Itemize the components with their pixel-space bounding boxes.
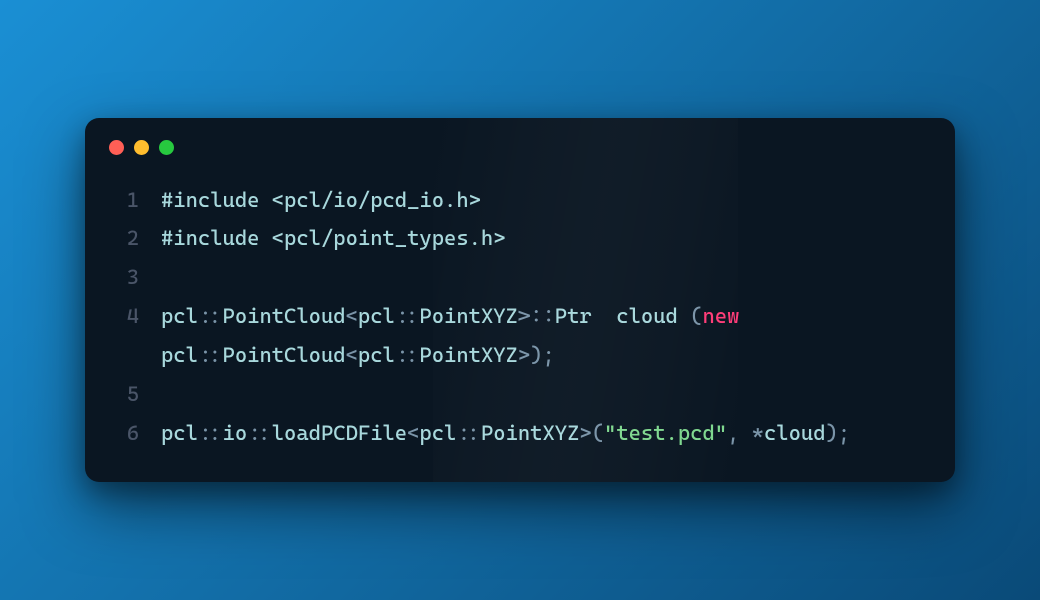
- token-punct: ::: [395, 304, 420, 328]
- close-icon[interactable]: [109, 140, 124, 155]
- line-number: 2: [109, 219, 139, 258]
- token-ident: Ptr: [555, 304, 604, 328]
- code-line: 4pcl::PointCloud<pcl::PointXYZ>::Ptr clo…: [109, 297, 931, 375]
- token-punct: <: [346, 343, 358, 367]
- line-number: 4: [109, 297, 139, 336]
- token-ident: <pcl/io/pcd_io.h>: [272, 188, 481, 212]
- token-punct: (: [690, 304, 702, 328]
- line-number: 3: [109, 258, 139, 297]
- token-ident: PointXYZ: [419, 304, 517, 328]
- line-number: 6: [109, 414, 139, 453]
- token-ident: loadPCDFile: [272, 421, 407, 445]
- line-number: 5: [109, 375, 139, 414]
- token-punct: >::: [518, 304, 555, 328]
- code-line: 3: [109, 258, 931, 297]
- token-ident: pcl: [419, 421, 456, 445]
- token-punct: <: [407, 421, 419, 445]
- window-titlebar: [85, 118, 955, 163]
- token-punct: (: [592, 421, 604, 445]
- token-ident: <pcl/point_types.h>: [272, 226, 506, 250]
- token-preproc: #include: [161, 188, 272, 212]
- token-ident: io: [223, 421, 248, 445]
- line-content: [139, 375, 931, 414]
- token-ident: pcl: [358, 343, 395, 367]
- code-line: 1#include <pcl/io/pcd_io.h>: [109, 181, 931, 220]
- token-ident: pcl: [161, 304, 198, 328]
- token-punct: ::: [198, 343, 223, 367]
- line-content: [139, 258, 931, 297]
- token-ident: pcl: [358, 304, 395, 328]
- token-punct: );: [826, 421, 851, 445]
- token-ident: PointCloud: [223, 304, 346, 328]
- token-ident: pcl: [161, 421, 198, 445]
- token-ident: PointCloud: [223, 343, 346, 367]
- code-area: 1#include <pcl/io/pcd_io.h>2#include <pc…: [85, 163, 955, 483]
- token-ident: PointXYZ: [481, 421, 579, 445]
- code-line: 5: [109, 375, 931, 414]
- token-punct: ::: [456, 421, 481, 445]
- line-content: pcl::PointCloud<pcl::PointXYZ>::Ptr clou…: [139, 297, 931, 375]
- line-content: pcl::io::loadPCDFile<pcl::PointXYZ>("tes…: [139, 414, 931, 453]
- token-punct: >);: [518, 343, 555, 367]
- token-punct: ::: [198, 304, 223, 328]
- token-ident: cloud: [604, 304, 690, 328]
- token-punct: >: [579, 421, 591, 445]
- code-line: 6pcl::io::loadPCDFile<pcl::PointXYZ>("te…: [109, 414, 931, 453]
- token-punct: ::: [247, 421, 272, 445]
- token-punct: <: [346, 304, 358, 328]
- code-window: 1#include <pcl/io/pcd_io.h>2#include <pc…: [85, 118, 955, 483]
- token-string: "test.pcd": [604, 421, 727, 445]
- line-content: #include <pcl/io/pcd_io.h>: [139, 181, 931, 220]
- line-number: 1: [109, 181, 139, 220]
- token-keyword: new: [702, 304, 739, 328]
- minimize-icon[interactable]: [134, 140, 149, 155]
- line-content: #include <pcl/point_types.h>: [139, 219, 931, 258]
- code-line: 2#include <pcl/point_types.h>: [109, 219, 931, 258]
- token-ident: PointXYZ: [419, 343, 517, 367]
- maximize-icon[interactable]: [159, 140, 174, 155]
- token-ident: cloud: [764, 421, 826, 445]
- token-punct: ::: [198, 421, 223, 445]
- token-punct: ::: [395, 343, 420, 367]
- token-punct: , *: [727, 421, 764, 445]
- token-preproc: #include: [161, 226, 272, 250]
